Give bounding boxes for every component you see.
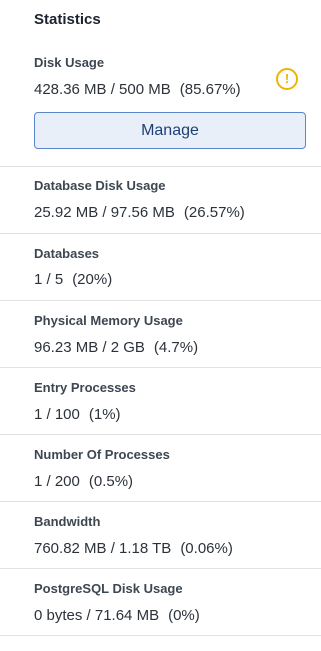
statistics-panel: Statistics Disk Usage 428.36 MB / 500 MB… — [0, 0, 321, 651]
stat-percent: (85.67%) — [179, 81, 241, 98]
stat-percent: (0%) — [168, 607, 200, 624]
stat-value: 1 / 5 (20%) — [34, 271, 112, 288]
stat-value: 96.23 MB / 2 GB (4.7%) — [34, 339, 198, 356]
stat-amount: 1 / 100 — [34, 406, 80, 423]
panel-title: Statistics — [34, 11, 101, 28]
divider — [0, 233, 321, 234]
divider — [0, 635, 321, 636]
stat-value: 1 / 100 (1%) — [34, 406, 121, 423]
stat-amount: 1 / 200 — [34, 473, 80, 490]
stat-value: 0 bytes / 71.64 MB (0%) — [34, 607, 200, 624]
stat-amount: 760.82 MB / 1.18 TB — [34, 540, 172, 557]
stat-label: Physical Memory Usage — [34, 313, 183, 328]
stat-amount: 96.23 MB / 2 GB — [34, 339, 145, 356]
stat-percent: (0.06%) — [180, 540, 233, 557]
stat-percent: (20%) — [72, 271, 113, 288]
stat-amount: 428.36 MB / 500 MB — [34, 81, 171, 98]
stat-amount: 25.92 MB / 97.56 MB — [34, 204, 175, 221]
divider — [0, 166, 321, 167]
stat-percent: (0.5%) — [88, 473, 134, 490]
divider — [0, 300, 321, 301]
stat-label: Databases — [34, 246, 100, 261]
divider — [0, 501, 321, 502]
stat-value: 428.36 MB / 500 MB (85.67%) — [34, 81, 241, 98]
stat-label: Bandwidth — [34, 514, 101, 529]
stat-value: 25.92 MB / 97.56 MB (26.57%) — [34, 204, 245, 221]
stat-percent: (4.7%) — [153, 339, 199, 356]
divider — [0, 367, 321, 368]
stat-label: PostgreSQL Disk Usage — [34, 581, 183, 596]
stat-label: Database Disk Usage — [34, 178, 166, 193]
stat-value: 760.82 MB / 1.18 TB (0.06%) — [34, 540, 233, 557]
stat-percent: (26.57%) — [183, 204, 245, 221]
stat-label: Number Of Processes — [34, 447, 170, 462]
divider — [0, 434, 321, 435]
stat-value: 1 / 200 (0.5%) — [34, 473, 133, 490]
manage-button[interactable]: Manage — [34, 112, 306, 149]
stat-percent: (1%) — [88, 406, 121, 423]
stat-label: Entry Processes — [34, 380, 136, 395]
stat-amount: 0 bytes / 71.64 MB — [34, 607, 160, 624]
stat-label: Disk Usage — [34, 55, 105, 70]
divider — [0, 568, 321, 569]
exclamation-circle-icon[interactable]: ! — [276, 68, 298, 90]
stat-amount: 1 / 5 — [34, 271, 64, 288]
